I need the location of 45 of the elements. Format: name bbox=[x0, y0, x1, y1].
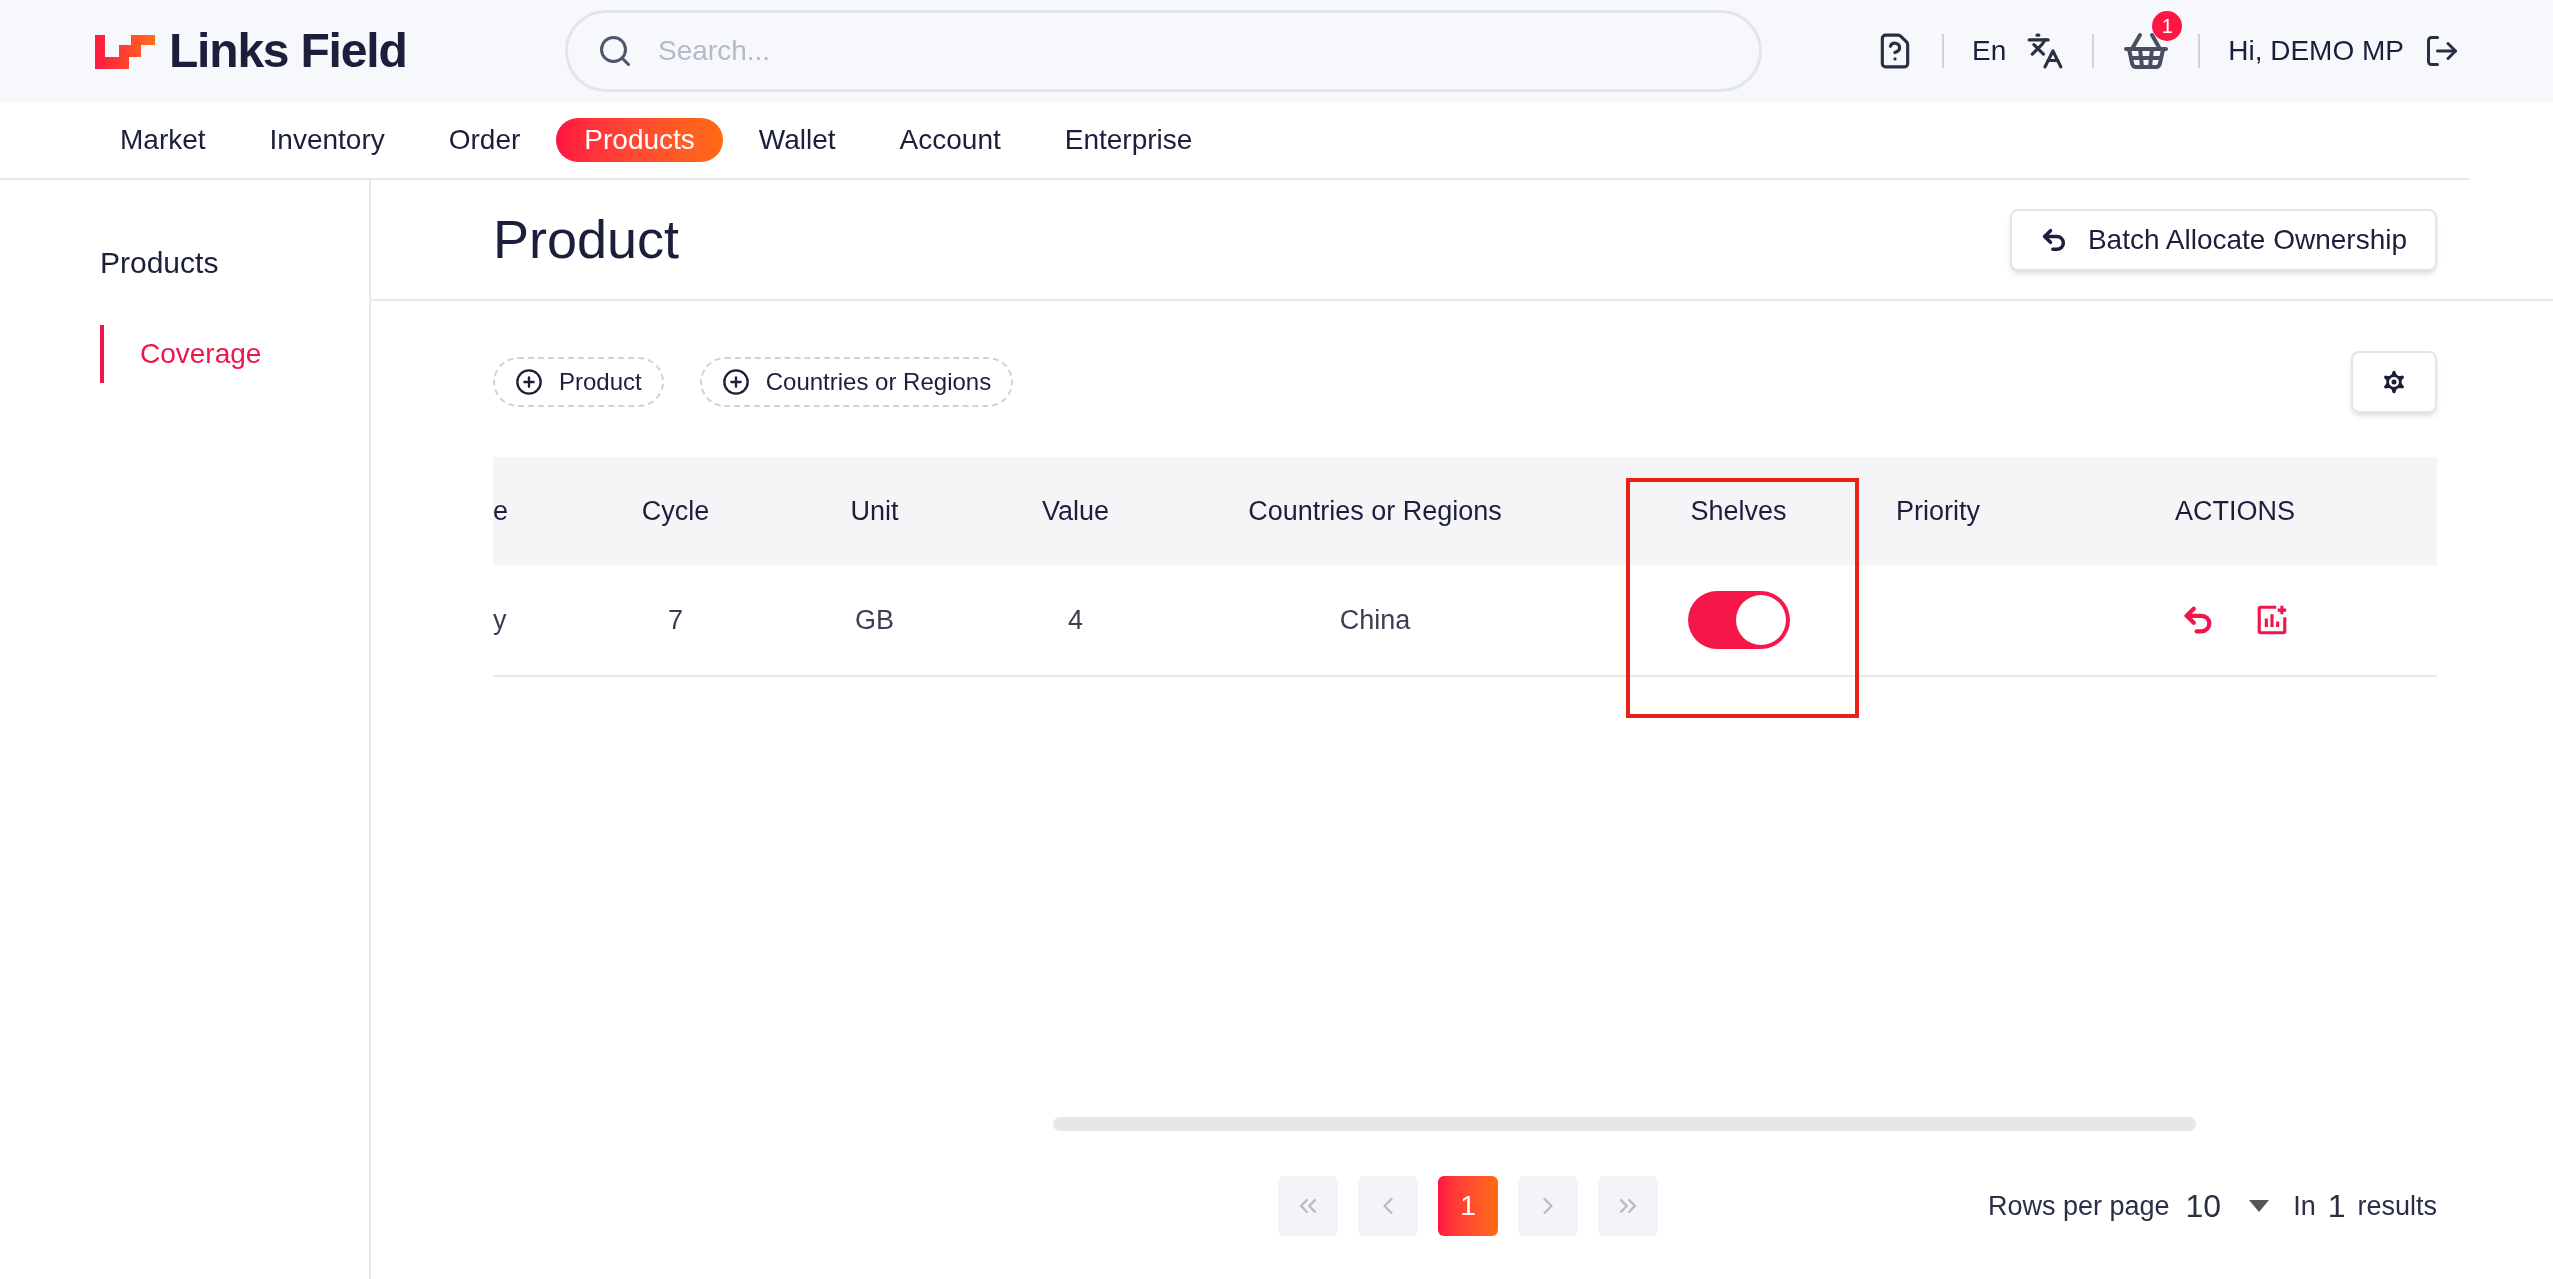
table-cell: GB bbox=[855, 604, 894, 635]
nav-tab[interactable]: Inventory bbox=[241, 118, 413, 162]
table-cell: 7 bbox=[668, 604, 683, 635]
batch-allocate-button[interactable]: Batch Allocate Ownership bbox=[2009, 208, 2437, 271]
column-header: Shelves bbox=[1690, 495, 1787, 526]
horizontal-scrollbar[interactable] bbox=[1053, 1117, 2196, 1131]
nav-tab[interactable]: Wallet bbox=[730, 118, 864, 162]
column-header: Priority bbox=[1896, 495, 1980, 526]
column-header: Cycle bbox=[641, 495, 710, 526]
column-header: Value bbox=[1041, 495, 1110, 526]
column-header: Countries or Regions bbox=[1248, 495, 1502, 526]
plus-circle-icon bbox=[515, 368, 543, 396]
sidebar-item[interactable]: Coverage bbox=[100, 325, 369, 383]
nav-tab[interactable]: Enterprise bbox=[1036, 118, 1221, 162]
search-icon bbox=[597, 33, 633, 69]
page-title: Product bbox=[493, 208, 680, 271]
table-cell: China bbox=[1339, 604, 1411, 635]
settings-button[interactable] bbox=[2351, 351, 2437, 413]
rows-per-page-value[interactable]: 10 bbox=[2185, 1182, 2222, 1230]
logo-text: Links Field bbox=[169, 23, 407, 79]
translate-icon[interactable] bbox=[2026, 32, 2065, 70]
search-field[interactable]: Search... bbox=[565, 10, 1762, 92]
column-header: ACTIONS bbox=[2175, 495, 2295, 526]
nav-tab[interactable]: Account bbox=[871, 118, 1029, 162]
user-greeting[interactable]: Hi, DEMO MP bbox=[2228, 30, 2404, 72]
rows-per-page-label: Rows per page bbox=[1987, 1189, 2170, 1223]
cart-count-badge: 1 bbox=[2152, 11, 2183, 41]
dropdown-caret-icon[interactable] bbox=[2249, 1200, 2270, 1212]
filter-chip[interactable]: Countries or Regions bbox=[699, 357, 1014, 407]
column-header: e bbox=[493, 495, 509, 526]
results-label: results bbox=[2357, 1189, 2437, 1223]
table-cell: 4 bbox=[1068, 604, 1083, 635]
total-count: 1 bbox=[2327, 1187, 2346, 1226]
chart-add-icon[interactable] bbox=[2255, 603, 2289, 637]
column-header: Unit bbox=[850, 495, 899, 526]
nav-tab[interactable]: Market bbox=[92, 118, 234, 162]
plus-circle-icon bbox=[721, 368, 750, 396]
in-label: In bbox=[2293, 1189, 2316, 1223]
logout-icon[interactable] bbox=[2424, 33, 2460, 69]
language-label[interactable]: En bbox=[1971, 30, 2007, 72]
nav-tab[interactable]: Order bbox=[420, 118, 549, 162]
table-cell: y bbox=[493, 604, 507, 635]
sidebar-title: Products bbox=[100, 245, 220, 281]
shelves-toggle[interactable] bbox=[1687, 591, 1790, 649]
filter-chip[interactable]: Product bbox=[493, 357, 664, 407]
